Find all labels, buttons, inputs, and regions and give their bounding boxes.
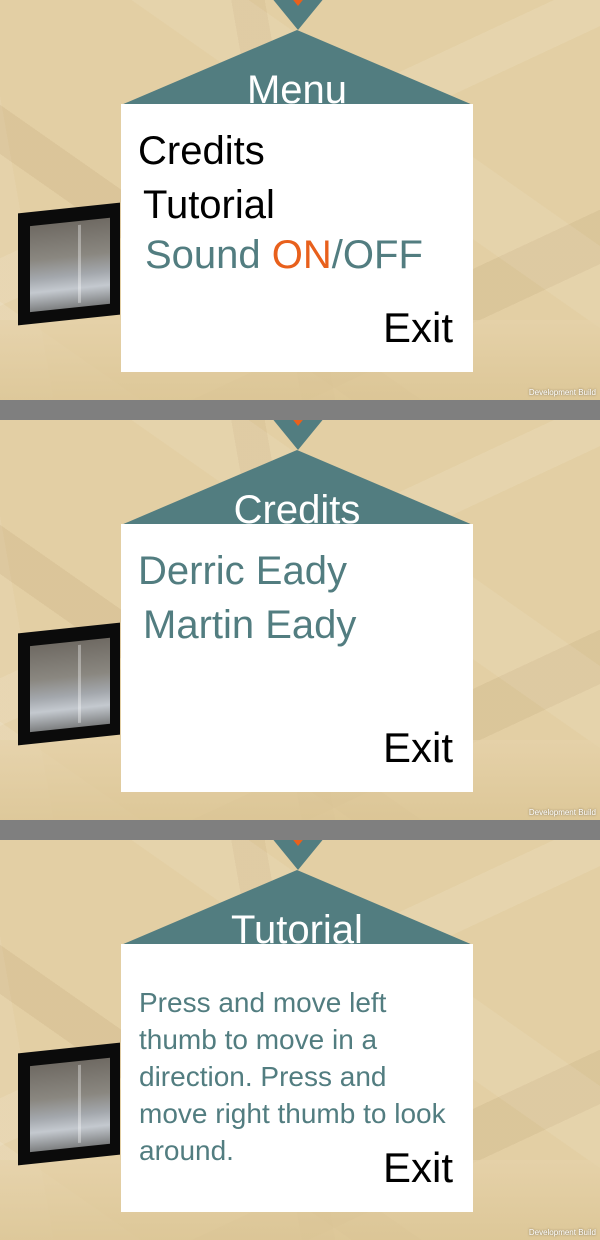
wall-screen-image [18,202,120,326]
sound-on-option[interactable]: ON [272,233,332,277]
credit-name: Derric Eady [138,549,347,593]
credit-name: Martin Eady [143,603,357,647]
wall-screen-photo [30,637,110,733]
tutorial-title: Tutorial [231,908,363,944]
credits-title: Credits [233,488,361,524]
exit-button[interactable]: Exit [383,304,453,352]
menu-title: Menu [246,68,348,104]
wall-screen-photo [30,217,110,313]
menu-card: Credits Tutorial Sound ON/OFF Exit [121,104,473,372]
dev-build-label: Development Build [528,1228,596,1237]
tutorial-screen: Tutorial Press and move left thumb to mo… [0,840,600,1240]
wall-screen-image [18,622,120,746]
sound-label: Sound [145,233,272,277]
dev-build-label: Development Build [528,388,596,397]
sound-toggle[interactable]: Sound ON/OFF [145,232,423,278]
chevron-down-icon [273,420,323,450]
tutorial-card: Press and move left thumb to move in a d… [121,944,473,1212]
chevron-down-icon [273,840,323,870]
sound-off-option[interactable]: OFF [343,233,423,277]
credits-screen: Credits Derric Eady Martin Eady Exit Dev… [0,420,600,820]
wall-screen-photo [30,1057,110,1153]
sound-separator: / [331,233,343,277]
credits-card: Derric Eady Martin Eady Exit [121,524,473,792]
exit-button[interactable]: Exit [383,1144,453,1192]
chevron-down-icon [273,0,323,30]
wall-screen-image [18,1042,120,1166]
menu-item-tutorial[interactable]: Tutorial [143,182,275,228]
menu-screen: Menu Credits Tutorial Sound ON/OFF Exit … [0,0,600,400]
menu-item-credits[interactable]: Credits [138,128,265,174]
exit-button[interactable]: Exit [383,724,453,772]
dev-build-label: Development Build [528,808,596,817]
tutorial-instructions: Press and move left thumb to move in a d… [139,987,446,1166]
